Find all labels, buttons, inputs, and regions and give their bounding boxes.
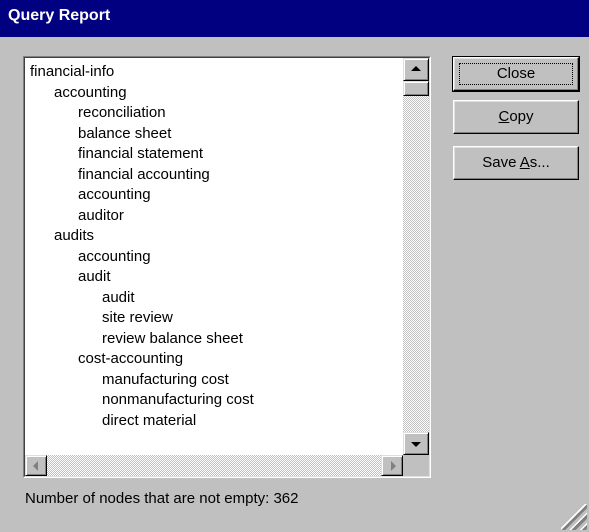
- arrow-up-icon: [411, 66, 421, 71]
- tree-item[interactable]: accounting: [25, 185, 403, 206]
- title-bar[interactable]: Query Report: [0, 0, 589, 37]
- save-mnemonic: A: [519, 154, 530, 171]
- tree-item[interactable]: accounting: [25, 247, 403, 268]
- close-button[interactable]: Close: [452, 56, 580, 92]
- arrow-right-icon: [391, 461, 396, 471]
- tree-item[interactable]: financial statement: [25, 144, 403, 165]
- vertical-scrollbar[interactable]: [403, 58, 429, 455]
- scroll-right-button[interactable]: [381, 455, 403, 476]
- resize-grip-icon[interactable]: [561, 504, 587, 530]
- tree-item[interactable]: financial accounting: [25, 165, 403, 186]
- tree-list-panel: financial-info accounting reconciliation ba…: [23, 56, 431, 478]
- status-text: Number of nodes that are not empty: 362: [25, 490, 299, 507]
- tree-item[interactable]: audit: [25, 288, 403, 309]
- tree-item[interactable]: audit: [25, 267, 403, 288]
- save-label-prefix: Save: [482, 154, 520, 171]
- tree-item[interactable]: audits: [25, 226, 403, 247]
- tree-item[interactable]: financial-info: [25, 62, 403, 83]
- close-button-label: Close: [496, 65, 536, 82]
- save-as-button-label: Save As...: [482, 154, 550, 171]
- tree-item[interactable]: nonmanufacturing cost: [25, 390, 403, 411]
- scrollbar-corner: [403, 455, 429, 476]
- tree-item[interactable]: review balance sheet: [25, 329, 403, 350]
- window-title: Query Report: [8, 7, 111, 24]
- tree-item[interactable]: direct material: [25, 411, 403, 432]
- tree-item[interactable]: accounting: [25, 83, 403, 104]
- tree-items: financial-info accounting reconciliation ba…: [25, 58, 403, 431]
- tree-item[interactable]: manufacturing cost: [25, 370, 403, 391]
- vertical-scroll-thumb[interactable]: [403, 81, 429, 96]
- arrow-down-icon: [411, 442, 421, 447]
- tree-list-frame: financial-info accounting reconciliation ba…: [24, 57, 430, 477]
- tree-item[interactable]: auditor: [25, 206, 403, 227]
- tree-item[interactable]: site review: [25, 308, 403, 329]
- save-as-button[interactable]: Save As...: [453, 146, 579, 180]
- copy-mnemonic: C: [498, 108, 510, 125]
- copy-label-rest: opy: [509, 108, 534, 125]
- copy-button[interactable]: Copy: [453, 100, 579, 134]
- scroll-left-button[interactable]: [25, 455, 47, 476]
- tree-item[interactable]: balance sheet: [25, 124, 403, 145]
- copy-button-label: Copy: [498, 108, 533, 125]
- scroll-down-button[interactable]: [403, 432, 429, 455]
- horizontal-scrollbar[interactable]: [25, 455, 403, 476]
- tree-item[interactable]: reconciliation: [25, 103, 403, 124]
- tree-list[interactable]: financial-info accounting reconciliation ba…: [25, 58, 403, 455]
- arrow-left-icon: [33, 461, 38, 471]
- tree-item[interactable]: cost-accounting: [25, 349, 403, 370]
- save-label-suffix: s...: [529, 154, 550, 171]
- scroll-up-button[interactable]: [403, 58, 429, 81]
